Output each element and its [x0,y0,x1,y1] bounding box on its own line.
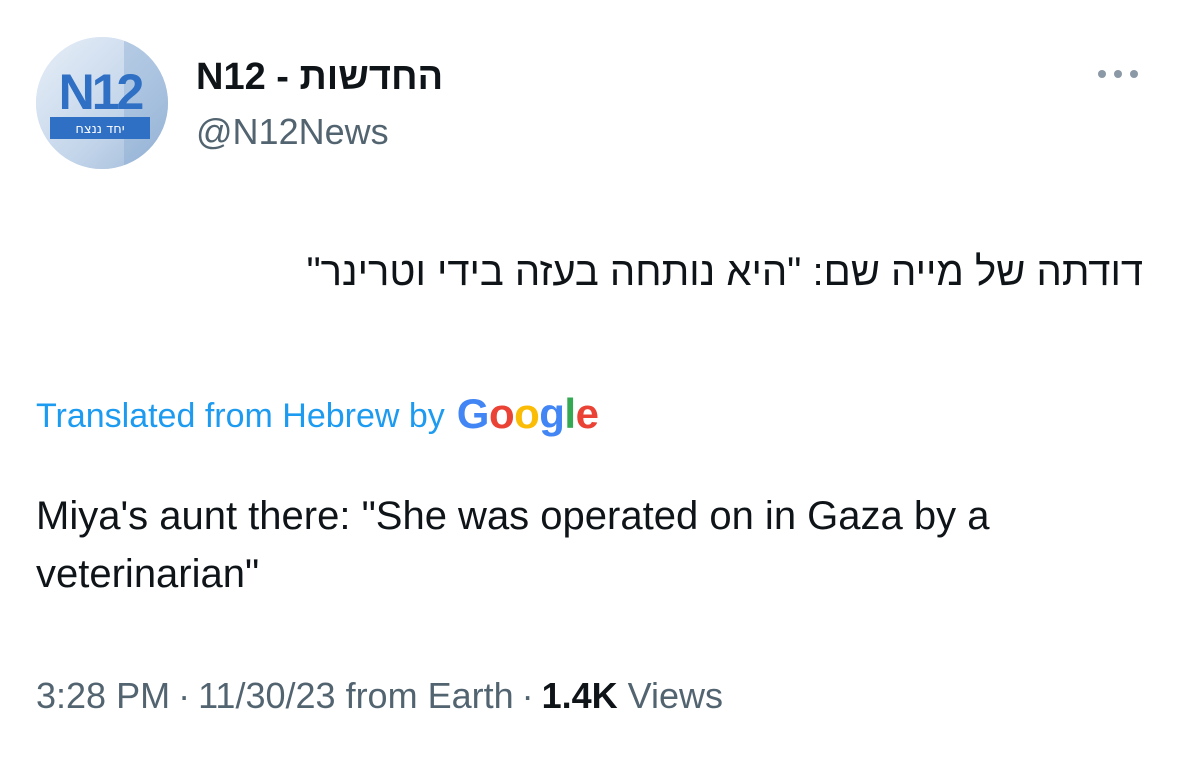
google-logo: Google [457,393,599,435]
tweet-card: N12 יחד ננצח N12 - החדשות @N12News דודתה… [0,0,1179,762]
google-logo-letter: o [514,390,540,437]
translated-from-link[interactable]: Translated from Hebrew by [36,397,445,436]
meta-separator: · [178,675,191,716]
meta-separator: · [521,675,534,716]
n12-logo: N12 יחד ננצח [36,37,168,169]
tweet-date[interactable]: 11/30/23 [198,675,335,716]
tweet-source: from Earth [345,675,514,716]
google-logo-letter: l [564,390,576,437]
avatar-tagline-text: יחד ננצח [75,122,124,137]
google-logo-letter: o [488,390,515,437]
author-handle[interactable]: @N12News [196,111,389,153]
tweet-time[interactable]: 3:28 PM [36,675,170,716]
avatar-brand-text: N12 [59,64,143,120]
author-avatar[interactable]: N12 יחד ננצח [36,37,168,169]
author-display-name[interactable]: N12 - החדשות [196,56,443,99]
more-options-button[interactable] [1095,62,1141,86]
google-logo-letter: G [456,390,490,437]
more-horizontal-icon [1098,70,1138,78]
google-logo-letter: g [539,390,565,437]
translation-attribution: Translated from Hebrew by Google [36,388,599,444]
tweet-metadata: 3:28 PM · 11/30/23 from Earth · 1.4K Views [36,675,723,717]
tweet-text-original: דודתה של מייה שם: "היא נותחה בעזה בידי ו… [306,250,1143,294]
google-logo-letter: e [575,390,599,437]
tweet-text-translated: Miya's aunt there: "She was operated on … [36,494,990,596]
views-label: Views [627,675,724,716]
views-count[interactable]: 1.4K [542,675,618,716]
